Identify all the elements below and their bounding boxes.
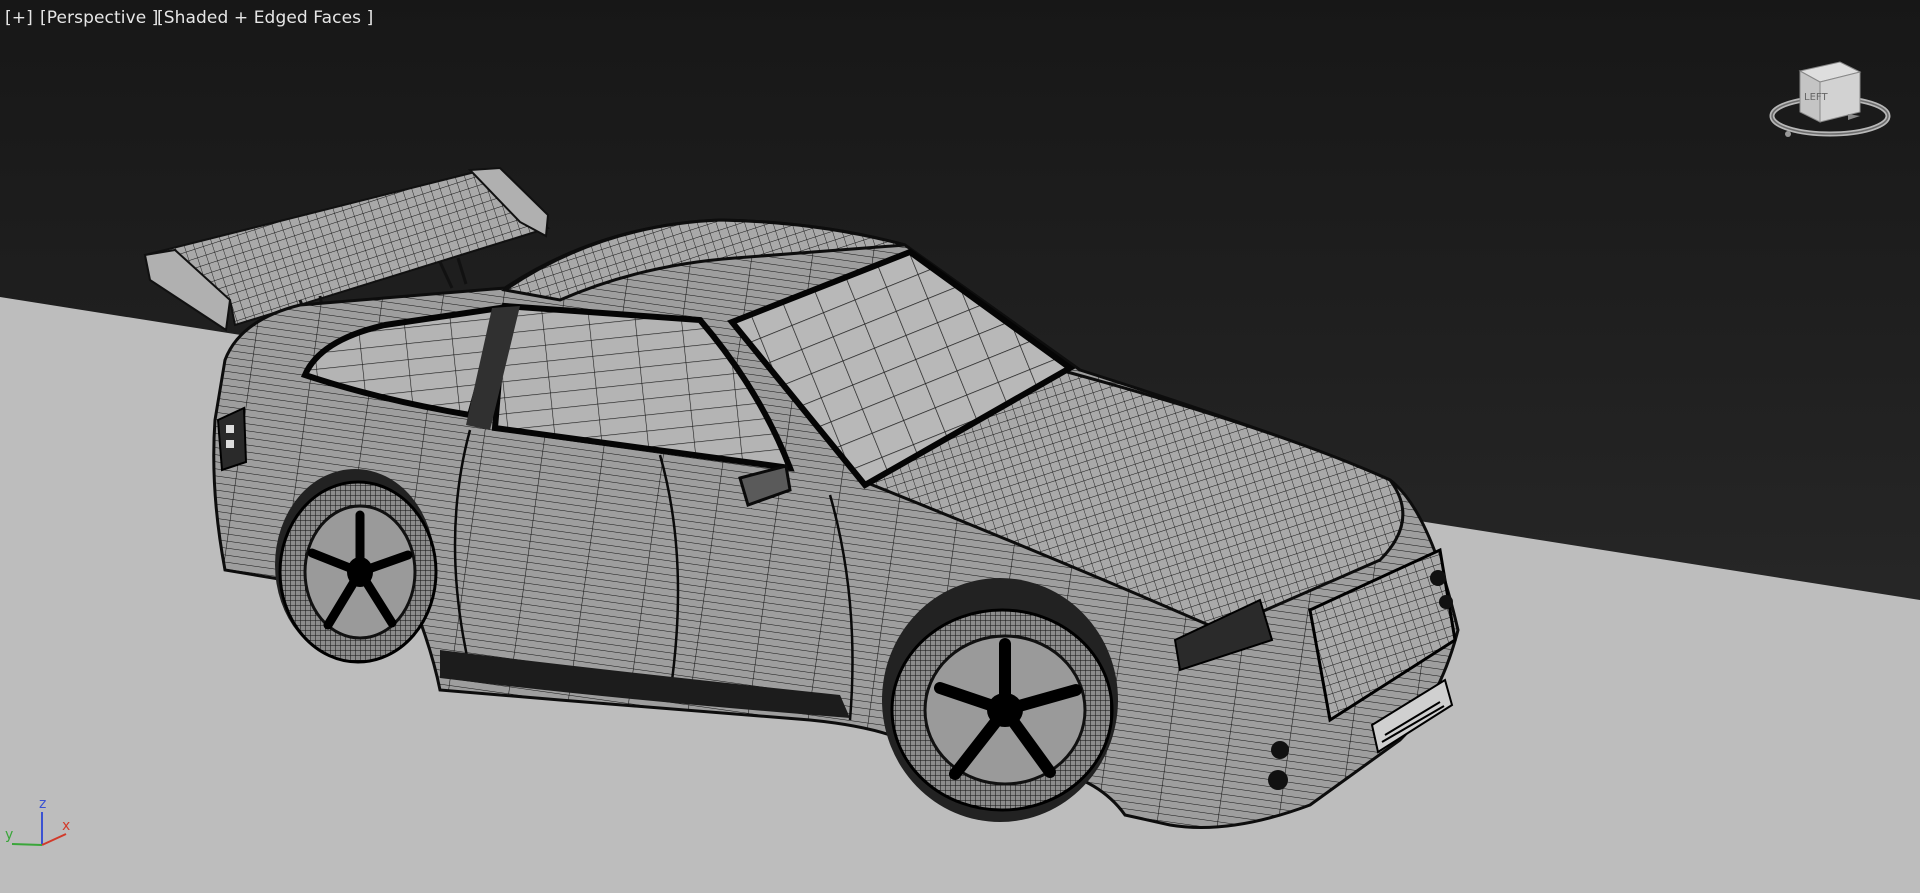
- viewport-menu-button[interactable]: [+]: [5, 6, 33, 30]
- viewcube-icon[interactable]: LEFT: [1768, 56, 1893, 146]
- tail-light: [216, 406, 248, 472]
- fog-light-right: [1268, 770, 1288, 790]
- rear-wheel[interactable]: [278, 480, 438, 664]
- axis-y-label: y: [5, 827, 13, 843]
- scene-canvas[interactable]: [0, 0, 1920, 893]
- fog-light-left: [1271, 741, 1289, 759]
- axis-x-label: x: [62, 818, 70, 834]
- viewport-view-label[interactable]: [Perspective ]: [40, 6, 159, 30]
- viewport-shading-label[interactable]: [Shaded + Edged Faces ]: [157, 6, 373, 30]
- front-wheel[interactable]: [890, 608, 1114, 812]
- perspective-viewport[interactable]: [+] [Perspective ] [Shaded + Edged Faces…: [0, 0, 1920, 893]
- axis-tripod-icon: z x y: [5, 796, 70, 846]
- axis-z-label: z: [39, 796, 46, 812]
- viewcube-face-label: LEFT: [1804, 92, 1828, 103]
